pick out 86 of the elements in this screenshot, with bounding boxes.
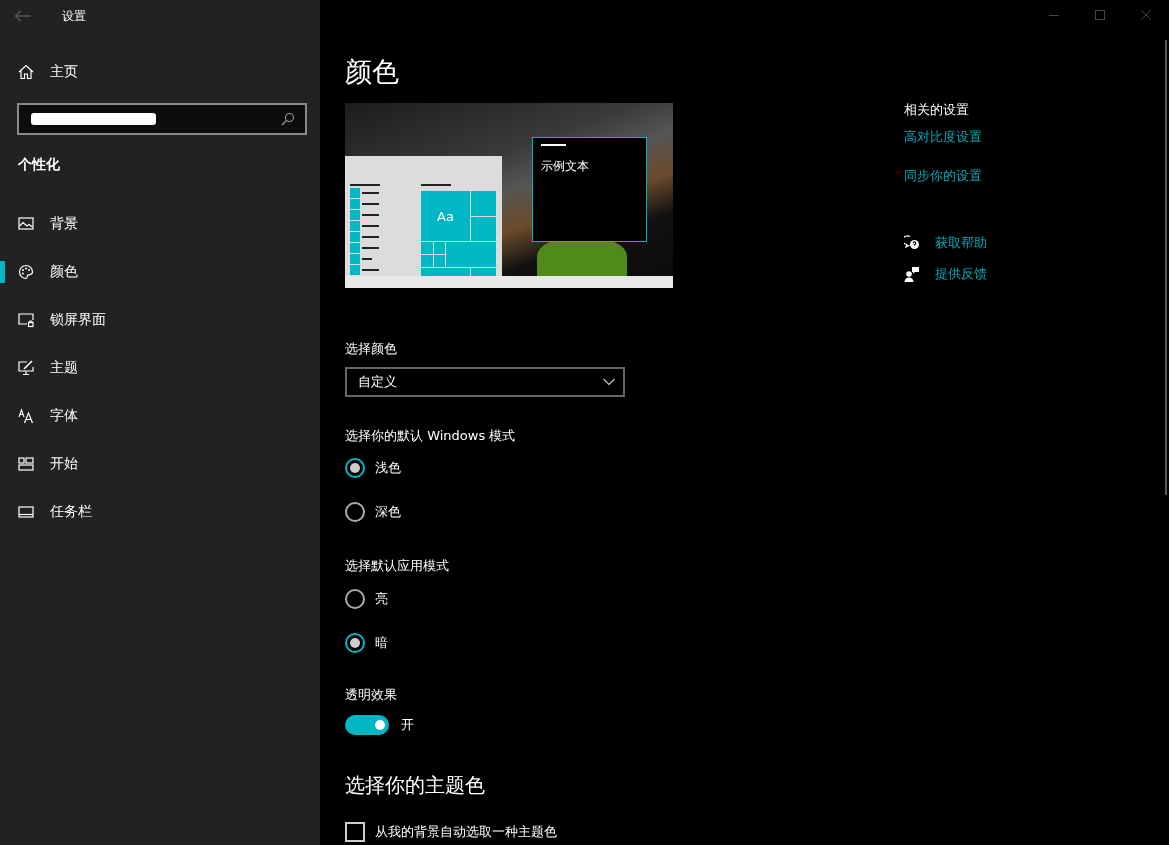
app-tile (350, 254, 360, 264)
home-icon (18, 64, 34, 80)
sidebar-item[interactable]: 主题 (0, 344, 320, 392)
settings-link[interactable]: 同步你的设置 (904, 165, 1124, 187)
radio-button[interactable] (345, 589, 365, 609)
tiles-icon (18, 456, 34, 472)
app-tile (421, 191, 470, 241)
settings-link[interactable]: 高对比度设置 (904, 126, 1124, 148)
palette-icon (18, 264, 34, 280)
radio-label: 深色 (375, 503, 401, 521)
menu-line (421, 184, 451, 186)
app-tile (446, 242, 496, 267)
picture-icon (18, 216, 34, 232)
app-tile (421, 242, 433, 254)
sidebar-item[interactable]: 字体 (0, 392, 320, 440)
app-tile (350, 188, 360, 198)
checkbox-label: 从我的背景自动选取一种主题色 (375, 823, 557, 841)
radio-button[interactable] (345, 458, 365, 478)
menu-line (362, 192, 379, 194)
maximize-icon (1095, 10, 1105, 20)
radio-label: 浅色 (375, 459, 401, 477)
chevron-down-icon (603, 378, 615, 386)
font-icon (18, 408, 34, 424)
app-tile (434, 255, 445, 267)
help-chat-icon (904, 235, 920, 251)
radio-label: 亮 (375, 590, 388, 608)
monitor-brush-icon (18, 360, 34, 376)
sidebar-item-label: 主题 (50, 359, 78, 377)
help-link[interactable]: 获取帮助 (935, 232, 987, 254)
sidebar-item-label: 颜色 (50, 263, 78, 281)
menu-line (362, 269, 379, 271)
group-label: 选择默认应用模式 (345, 557, 450, 575)
sidebar-item[interactable]: 背景 (0, 200, 320, 248)
checkbox[interactable] (345, 822, 365, 842)
menu-line (362, 203, 379, 205)
tile-text: Aa (437, 209, 454, 224)
page-title: 颜色 (345, 55, 400, 89)
close-icon (1141, 10, 1151, 20)
sidebar-item-label: 字体 (50, 407, 78, 425)
toggle-switch[interactable] (345, 715, 389, 735)
menu-line (362, 236, 379, 238)
monitor-lock-icon (18, 312, 34, 328)
menu-line (350, 184, 380, 186)
sidebar-item[interactable]: 锁屏界面 (0, 296, 320, 344)
scrollbar[interactable] (1165, 40, 1167, 495)
field-label: 透明效果 (345, 686, 398, 704)
help-link[interactable]: 提供反馈 (935, 263, 987, 285)
related-settings-heading: 相关的设置 (904, 101, 970, 119)
home-nav-item[interactable]: 主页 (0, 52, 320, 92)
person-feedback-icon (904, 266, 920, 282)
sidebar-item[interactable]: 颜色 (0, 248, 320, 296)
app-tile (350, 199, 360, 209)
home-label: 主页 (50, 63, 78, 81)
sample-text: 示例文本 (541, 158, 589, 175)
app-tile (471, 217, 496, 241)
app-tile (350, 221, 360, 231)
sidebar-item-label: 锁屏界面 (50, 311, 106, 329)
sidebar-item-label: 背景 (50, 215, 78, 233)
toggle-state-label: 开 (401, 716, 414, 734)
window-title: 设置 (62, 7, 86, 25)
dropdown-value: 自定义 (358, 373, 397, 391)
menu-line (362, 214, 379, 216)
radio-button[interactable] (345, 633, 365, 653)
app-tile (434, 242, 445, 254)
app-tile (350, 265, 360, 275)
search-icon (281, 112, 295, 126)
color-dropdown[interactable]: 自定义 (345, 367, 625, 397)
sidebar-item[interactable]: 开始 (0, 440, 320, 488)
app-tile (350, 243, 360, 253)
section-heading: 个性化 (17, 155, 61, 174)
app-tile (471, 191, 496, 216)
menu-line (362, 225, 379, 227)
radio-label: 暗 (375, 634, 388, 652)
search-field[interactable] (17, 103, 307, 135)
app-tile (421, 255, 433, 267)
radio-button[interactable] (345, 502, 365, 522)
sidebar-item-label: 开始 (50, 455, 78, 473)
app-tile (350, 210, 360, 220)
sidebar-item[interactable]: 任务栏 (0, 488, 320, 536)
taskbar-icon (18, 504, 34, 520)
group-label: 选择你的默认 Windows 模式 (345, 426, 517, 445)
app-tile (350, 232, 360, 242)
field-label: 选择颜色 (345, 340, 398, 358)
sidebar-item-label: 任务栏 (50, 503, 92, 521)
menu-line (362, 247, 379, 249)
section-heading: 选择你的主题色 (345, 771, 486, 799)
